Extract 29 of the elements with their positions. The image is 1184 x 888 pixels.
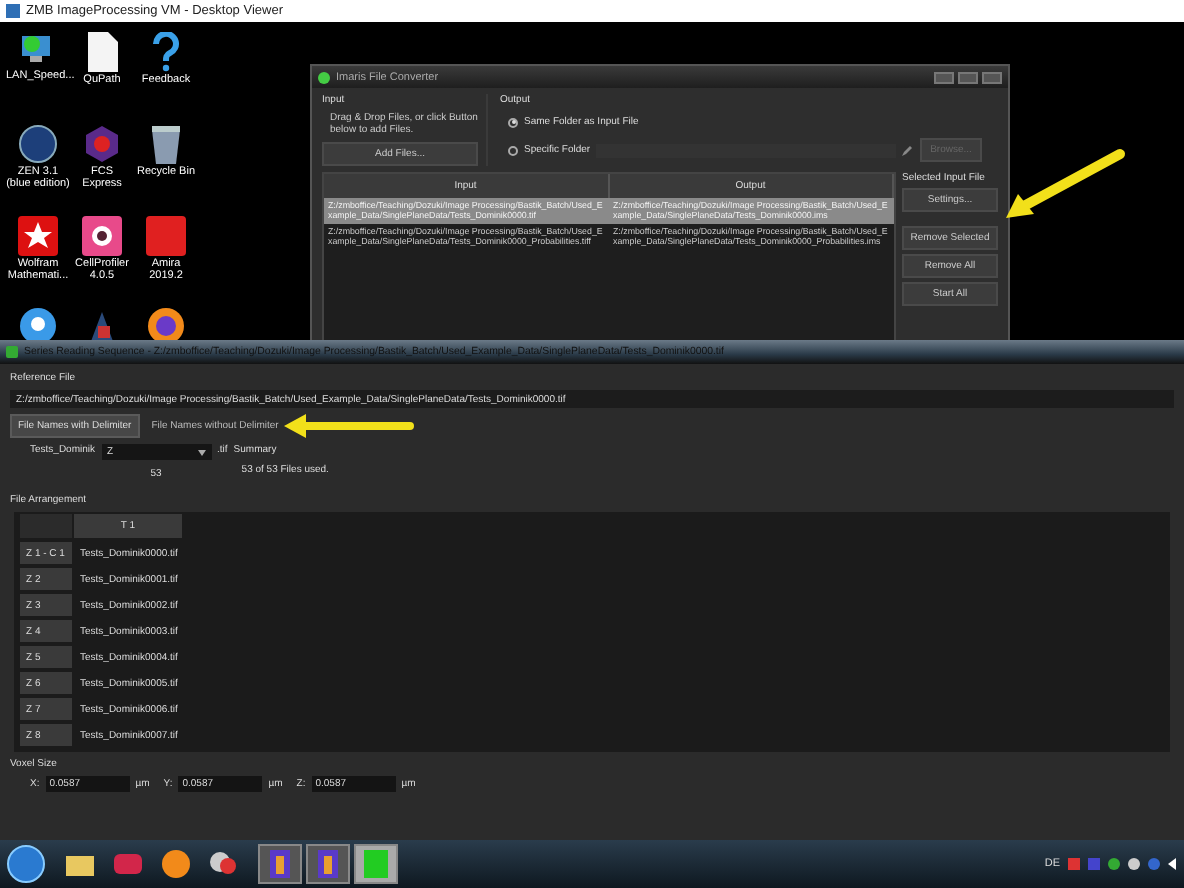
minimize-icon[interactable] <box>934 71 954 83</box>
fox-browser-icon[interactable] <box>162 850 190 878</box>
cell-logo-icon <box>82 216 122 256</box>
taskbar-app-icon[interactable] <box>258 844 302 884</box>
folder-icon[interactable] <box>66 852 94 876</box>
arrow-annotation <box>284 414 414 438</box>
question-mark-icon <box>150 32 182 72</box>
start-button-icon[interactable] <box>6 844 46 884</box>
hexagon-logo-icon <box>82 124 122 164</box>
radio-button[interactable] <box>508 117 518 127</box>
app-icon <box>318 71 330 83</box>
table-corner <box>20 514 72 538</box>
amira-logo-icon <box>146 216 186 256</box>
app-logo-icon[interactable] <box>114 854 142 874</box>
close-icon[interactable] <box>982 71 1002 83</box>
discs-icon[interactable] <box>210 850 238 878</box>
arrow-annotation <box>1006 149 1125 218</box>
recycle-bin-icon <box>150 124 182 164</box>
pencil-icon[interactable] <box>902 144 915 156</box>
app-icon <box>6 346 18 358</box>
star-logo-icon <box>18 216 58 256</box>
taskbar-app-icon[interactable] <box>306 844 350 884</box>
triangle-icon[interactable] <box>1168 858 1176 870</box>
radio-button[interactable] <box>508 145 518 155</box>
document-icon <box>86 32 118 72</box>
zen-logo-icon <box>18 124 58 164</box>
app-icon <box>6 4 20 18</box>
maximize-icon[interactable] <box>958 71 978 83</box>
caret-icon <box>197 449 206 455</box>
